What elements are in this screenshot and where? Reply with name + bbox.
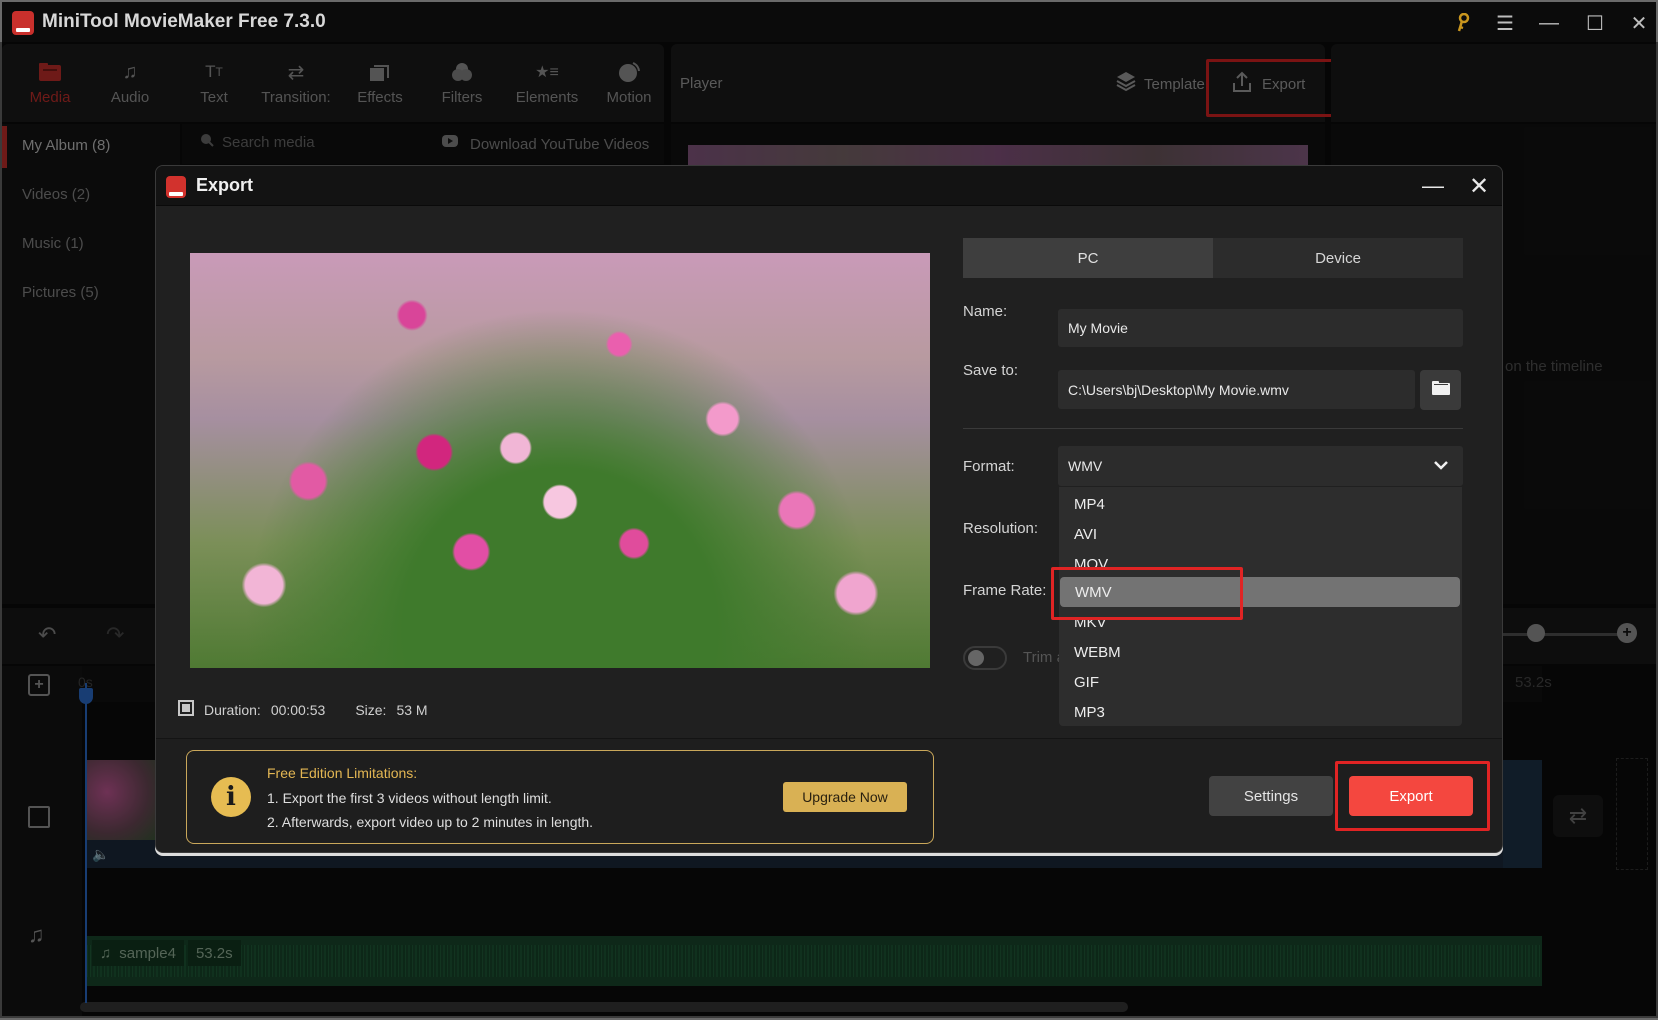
limitations-title: Free Edition Limitations: (267, 765, 418, 781)
name-input[interactable]: My Movie (1058, 309, 1463, 347)
divider (963, 428, 1463, 429)
folder-icon (1431, 380, 1450, 400)
minimize-button[interactable]: — (1534, 10, 1564, 36)
format-label: Format: (963, 458, 1015, 475)
tab-pc[interactable]: PC (963, 238, 1213, 278)
name-label: Name: (963, 303, 1008, 320)
limitation-line: 2. Afterwards, export video up to 2 minu… (267, 814, 594, 830)
app-title: MiniTool MovieMaker Free 7.3.0 (42, 11, 326, 32)
size-label: Size: (355, 701, 387, 718)
format-option-avi[interactable]: AVI (1059, 519, 1462, 549)
duration-value: 00:00:53 (270, 701, 326, 718)
dialog-title: Export (196, 175, 254, 195)
save-to-label: Save to: (963, 362, 1019, 379)
format-option-mp3[interactable]: MP3 (1059, 697, 1462, 727)
limitation-line: 1. Export the first 3 videos without len… (267, 790, 552, 806)
dialog-close-button[interactable]: ✕ (1464, 172, 1494, 200)
dialog-minimize-button[interactable]: — (1418, 173, 1448, 198)
save-path-input[interactable]: C:\Users\bj\Desktop\My Movie.wmv (1058, 370, 1415, 409)
duration-label: Duration: (204, 701, 261, 718)
export-info-row: Duration: 00:00:53 Size: 53 M (178, 700, 428, 719)
dialog-title-bar: Export — ✕ (156, 166, 1502, 206)
frame-rate-label: Frame Rate: (963, 582, 1047, 599)
browse-folder-button[interactable] (1420, 370, 1461, 410)
export-highlight-box (1335, 761, 1490, 831)
settings-button[interactable]: Settings (1209, 776, 1333, 816)
size-value: 53 M (396, 701, 428, 718)
key-icon[interactable] (1448, 10, 1478, 36)
maximize-button[interactable]: ☐ (1580, 10, 1610, 36)
app-logo-icon (12, 11, 34, 35)
format-option-webm[interactable]: WEBM (1059, 637, 1462, 667)
format-option-gif[interactable]: GIF (1059, 667, 1462, 697)
resolution-label: Resolution: (963, 520, 1039, 537)
export-preview-image (190, 253, 930, 668)
free-edition-limitations-box: i Free Edition Limitations: 1. Export th… (186, 750, 934, 844)
info-icon: i (211, 777, 251, 817)
menu-icon[interactable]: ☰ (1490, 10, 1520, 36)
wmv-highlight-box (1051, 567, 1243, 620)
title-bar: MiniTool MovieMaker Free 7.3.0 ☰ — ☐ ✕ (0, 0, 1658, 42)
trim-toggle[interactable] (963, 646, 1007, 670)
tab-device[interactable]: Device (1213, 238, 1463, 278)
app-logo-icon (166, 176, 186, 198)
format-select[interactable]: WMV (1058, 446, 1463, 486)
chevron-down-icon[interactable] (1428, 450, 1454, 480)
export-dialog: Export — ✕ Duration: 00:00:53 Size: 53 M… (155, 165, 1503, 853)
format-option-mp4[interactable]: MP4 (1059, 489, 1462, 519)
upgrade-now-button[interactable]: Upgrade Now (783, 782, 907, 812)
film-icon (178, 700, 194, 719)
close-button[interactable]: ✕ (1624, 10, 1654, 36)
